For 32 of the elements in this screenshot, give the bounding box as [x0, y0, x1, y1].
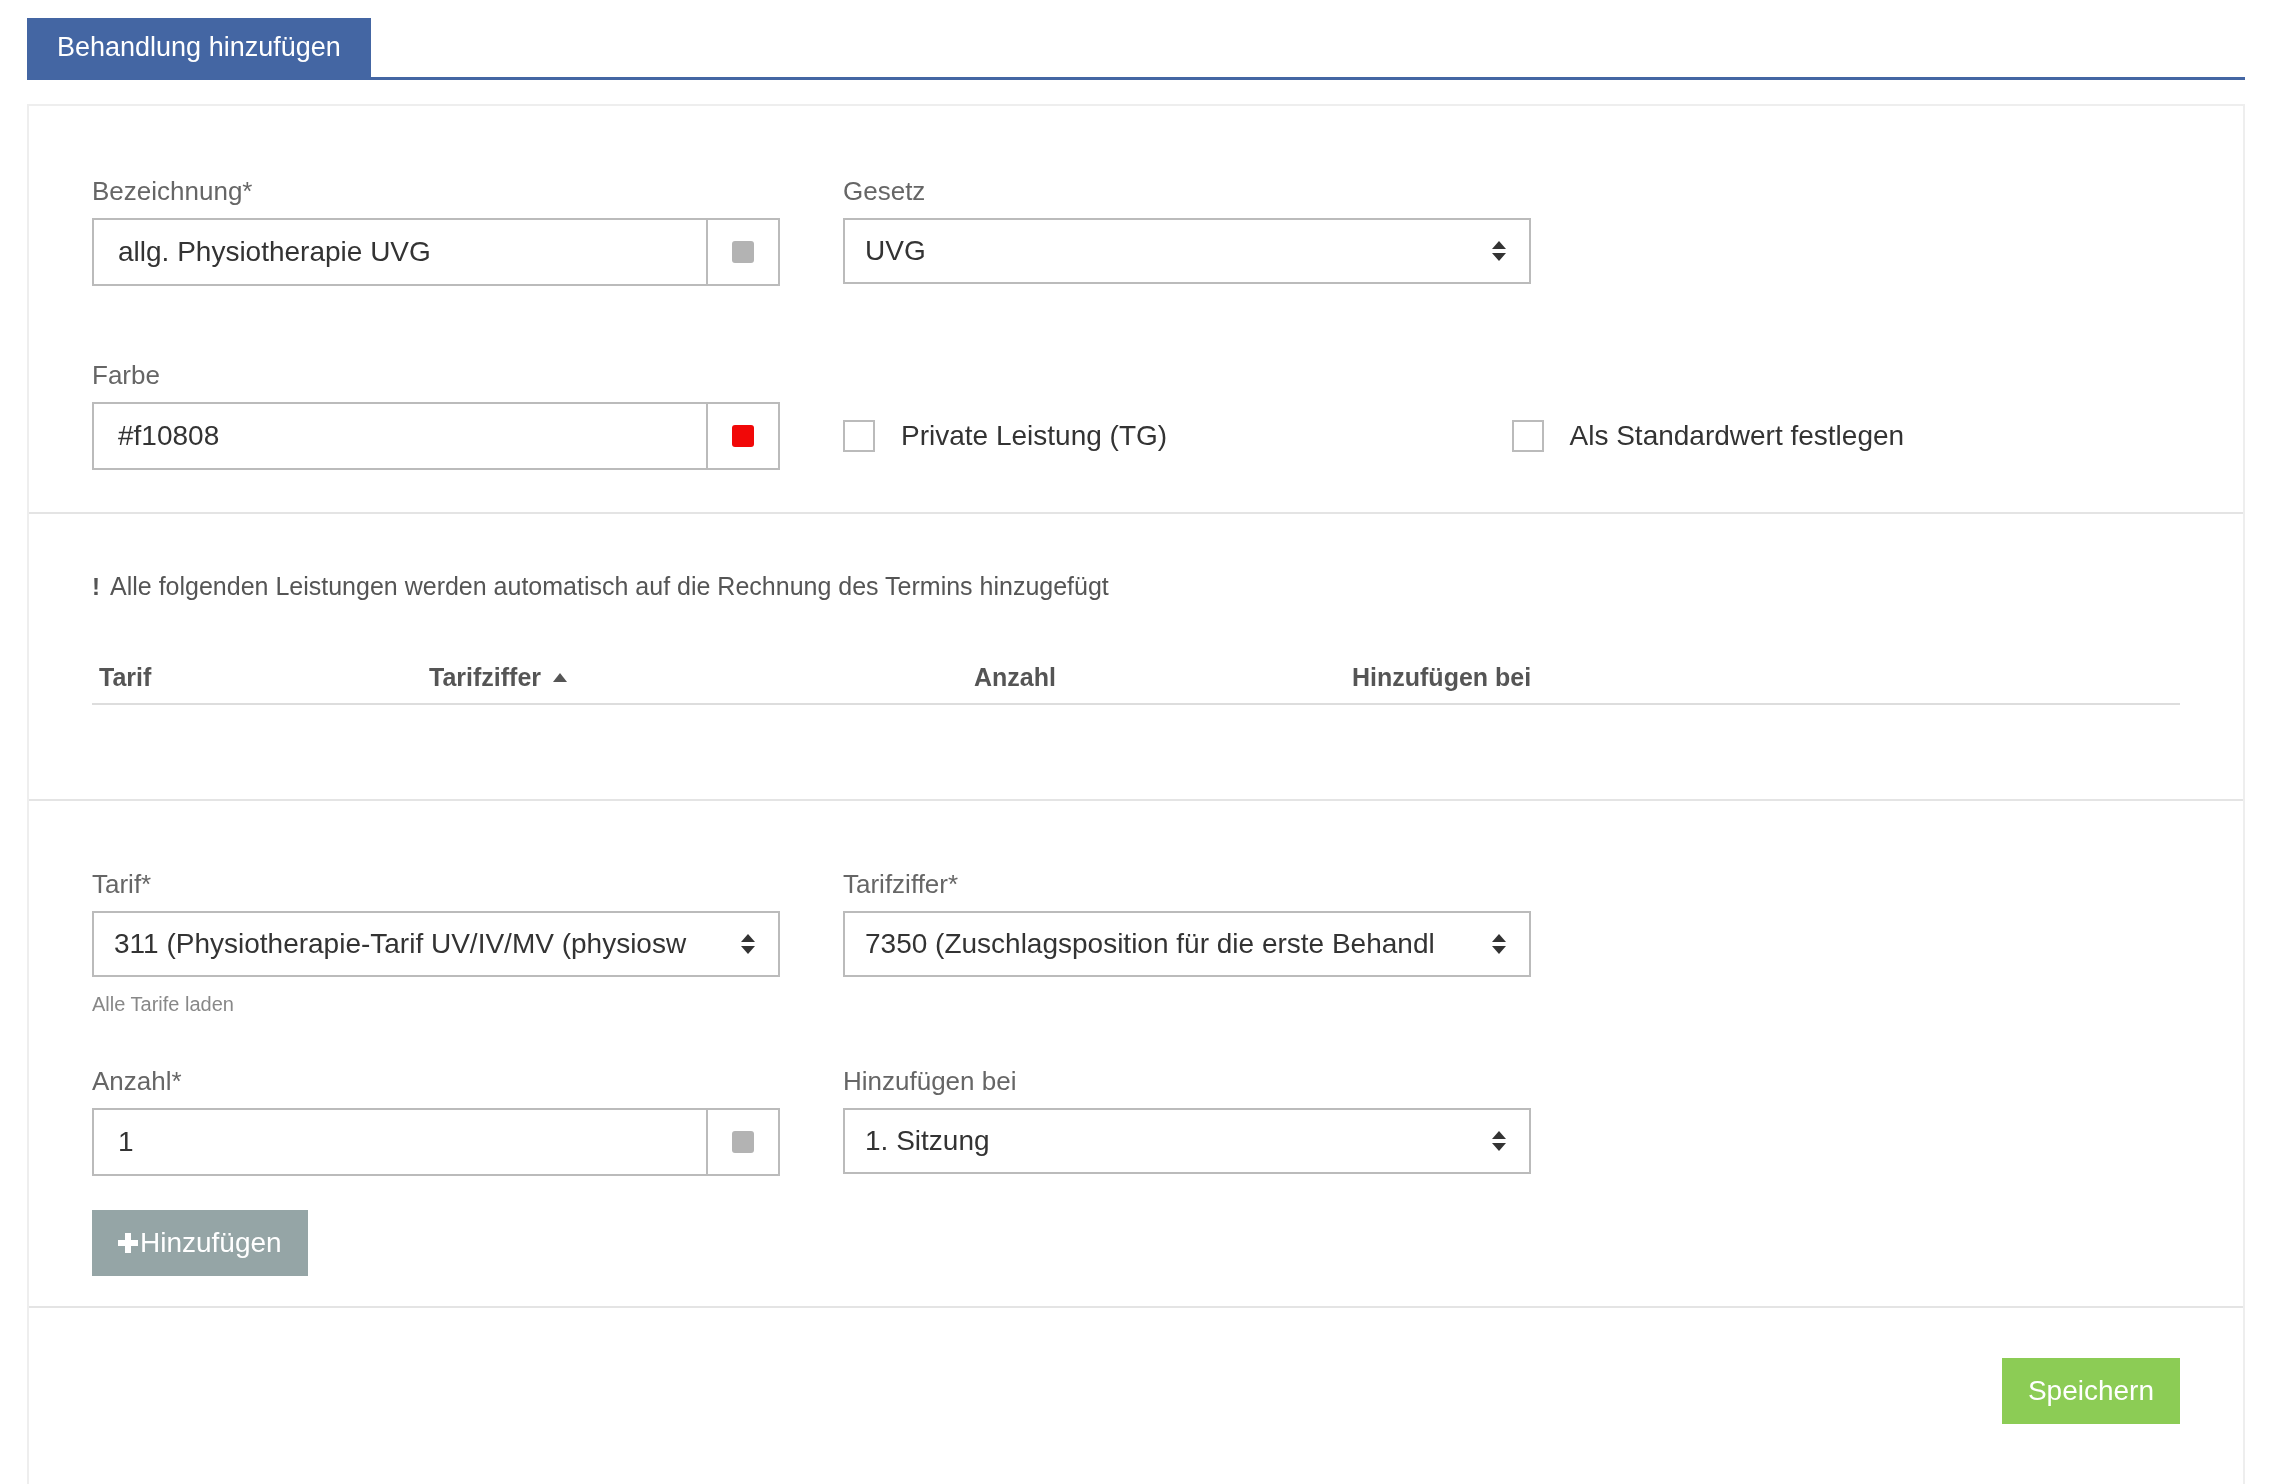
checkbox-label: Private Leistung (TG): [901, 420, 1168, 452]
text-field[interactable]: 1: [92, 1108, 780, 1176]
field-label: Hinzufügen bei: [843, 1066, 1018, 1096]
sort-arrows-icon: [1491, 240, 1507, 262]
sort-arrows-icon: [1491, 933, 1507, 955]
field-label: Farbe: [92, 360, 161, 390]
field-label: Bezeichnung*: [92, 176, 254, 206]
checkbox-label: Als Standardwert festlegen: [1569, 420, 1905, 452]
field-label: Gesetz: [843, 176, 927, 206]
column-header[interactable]: Anzahl: [967, 662, 1056, 692]
sort-arrows-icon: [1491, 1130, 1507, 1152]
column-header[interactable]: Tarifziffer: [422, 662, 568, 692]
tab[interactable]: Behandlung hinzufügen: [27, 18, 371, 77]
load-all-link[interactable]: Alle Tarife laden: [92, 993, 234, 1016]
text-field[interactable]: allg. Physiotherapie UVG: [92, 218, 780, 286]
info-text: Alle folgenden Leistungen werden automatisch auf die Rechnung des Termins hinzugefügt: [110, 572, 1109, 601]
column-header[interactable]: Hinzufügen bei: [1345, 662, 1532, 692]
field-label: Tarif*: [92, 869, 153, 899]
sort-caret-icon: [553, 672, 568, 682]
plus-icon: [118, 1233, 138, 1253]
dropdown[interactable]: 7350 (Zuschlagsposition für die erste Behandl: [843, 911, 1531, 977]
checkbox[interactable]: [843, 420, 875, 452]
sort-arrows-icon: [740, 933, 756, 955]
dropdown[interactable]: 1. Sitzung: [843, 1108, 1531, 1174]
dropdown[interactable]: UVG: [843, 218, 1531, 284]
field-label: Anzahl*: [92, 1066, 183, 1096]
checkbox[interactable]: [1511, 420, 1544, 452]
exclamation-icon: !: [92, 572, 100, 601]
text-field[interactable]: #f10808: [92, 402, 780, 470]
column-header[interactable]: Tarif: [92, 662, 152, 692]
field-label: Tarifziffer*: [843, 869, 960, 899]
dropdown[interactable]: 311 (Physiotherapie-Tarif UV/IV/MV (physiosw: [92, 911, 780, 977]
